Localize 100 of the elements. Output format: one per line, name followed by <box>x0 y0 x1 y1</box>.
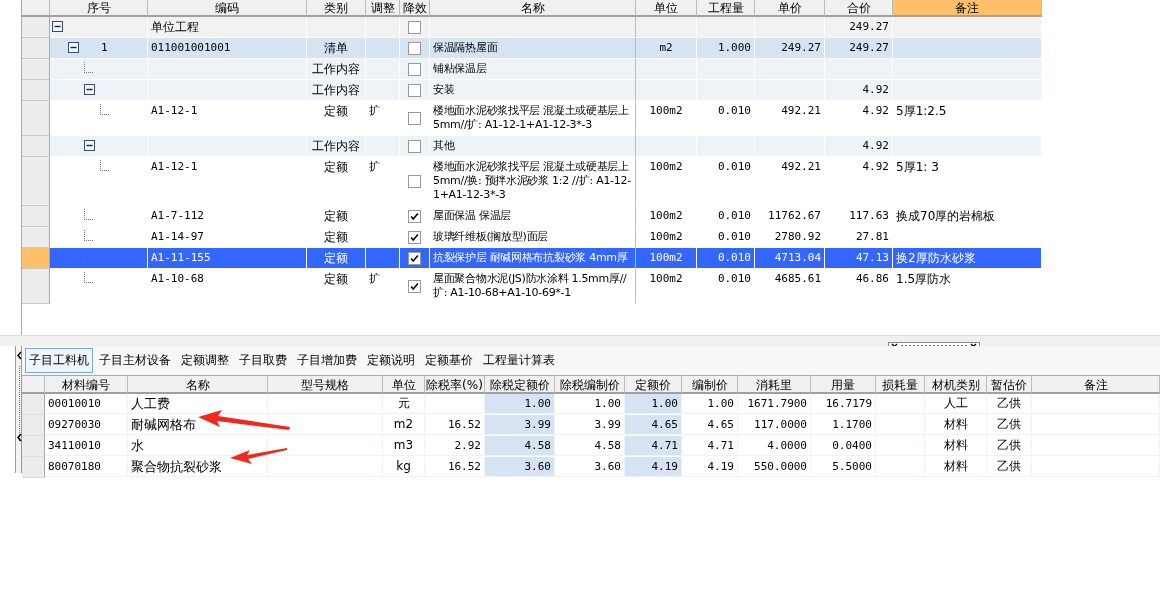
table-cell: 1.00 <box>625 394 682 414</box>
table-cell: m3 <box>383 436 425 456</box>
table-row[interactable]: 工作内容 铺粘保温层 <box>50 59 1042 80</box>
column-header[interactable]: 单价 <box>755 0 825 17</box>
row-header[interactable] <box>22 157 50 206</box>
tab[interactable]: 定额调整 <box>177 348 233 373</box>
collapse-toggle[interactable] <box>68 42 79 53</box>
row-header[interactable] <box>22 457 45 478</box>
column-header[interactable]: 调整 <box>366 0 400 17</box>
chevron-left-icon[interactable] <box>16 433 23 442</box>
table-cell: 1.00 <box>682 394 738 414</box>
column-header[interactable]: 备注 <box>1032 375 1160 394</box>
tab[interactable]: 定额说明 <box>363 348 419 373</box>
chevron-left-icon[interactable] <box>16 351 23 360</box>
column-header[interactable]: 型号规格 <box>268 375 383 394</box>
column-header[interactable]: 损耗量 <box>876 375 925 394</box>
checkbox[interactable] <box>408 62 421 76</box>
table-cell: kg <box>383 457 425 477</box>
column-header[interactable]: 材机类别 <box>925 375 987 394</box>
table-cell: 乙供 <box>987 394 1032 414</box>
checkbox[interactable] <box>408 139 421 153</box>
table-cell: 乙供 <box>987 457 1032 477</box>
checkbox[interactable] <box>408 209 421 223</box>
table-cell: 乙供 <box>987 415 1032 435</box>
table-row[interactable]: 工作内容 安装 4.92 <box>50 80 1042 101</box>
checkbox[interactable] <box>408 251 421 265</box>
row-header[interactable] <box>22 38 50 59</box>
table-cell: 元 <box>383 394 425 414</box>
column-header[interactable]: 备注 <box>893 0 1042 17</box>
table-cell: 4.0000 <box>738 436 811 456</box>
table-cell: 乙供 <box>987 436 1032 456</box>
table-row[interactable]: 单位工程 249.27 <box>50 17 1042 38</box>
column-header[interactable]: 合价 <box>825 0 893 17</box>
column-header[interactable]: 用量 <box>811 375 876 394</box>
column-header[interactable]: 单位 <box>636 0 697 17</box>
tree-line <box>100 104 109 115</box>
row-header[interactable] <box>22 394 45 415</box>
column-header[interactable]: 除税定额价 <box>485 375 555 394</box>
table-row[interactable]: 工作内容 其他 4.92 <box>50 136 1042 157</box>
column-header[interactable]: 编码 <box>148 0 307 17</box>
table-cell: m2 <box>383 415 425 435</box>
row-header[interactable] <box>22 227 50 248</box>
table-cell: 4.71 <box>625 436 682 456</box>
tab[interactable]: 子目工料机 <box>25 348 93 373</box>
column-header[interactable]: 材料编号 <box>45 375 128 394</box>
table-cell: 4.19 <box>625 457 682 477</box>
row-header[interactable] <box>22 80 50 101</box>
table-cell: 1.00 <box>485 394 555 414</box>
column-header[interactable]: 名称 <box>128 375 268 394</box>
tab[interactable]: 子目主材设备 <box>95 348 175 373</box>
tree-line <box>84 62 93 73</box>
table-cell: 4685.61 <box>755 269 825 304</box>
column-header[interactable]: 暂估价 <box>987 375 1032 394</box>
checkbox[interactable] <box>408 20 421 34</box>
column-header[interactable]: 降效 <box>400 0 430 17</box>
checkbox[interactable] <box>408 230 421 244</box>
checkbox[interactable] <box>408 174 421 188</box>
row-header[interactable] <box>22 248 50 269</box>
column-header[interactable]: 编制价 <box>682 375 738 394</box>
tab[interactable]: 工程量计算表 <box>479 348 559 373</box>
collapse-toggle[interactable] <box>84 140 95 151</box>
row-header[interactable] <box>22 269 50 304</box>
checkbox[interactable] <box>408 279 421 293</box>
column-header[interactable]: 单位 <box>383 375 425 394</box>
table-cell: 1.1700 <box>811 415 876 435</box>
table-cell: 550.0000 <box>738 457 811 477</box>
row-number: 1 <box>101 41 108 55</box>
column-header[interactable]: 定额价 <box>625 375 682 394</box>
tab[interactable]: 子目增加费 <box>293 348 361 373</box>
checkbox[interactable] <box>408 41 421 55</box>
table-cell: 材料 <box>925 415 987 435</box>
table-cell: 人工 <box>925 394 987 414</box>
column-header[interactable]: 消耗里 <box>738 375 811 394</box>
row-header[interactable] <box>22 101 50 136</box>
checkbox[interactable] <box>408 83 421 97</box>
tab[interactable]: 子目取费 <box>235 348 291 373</box>
row-header[interactable] <box>22 59 50 80</box>
column-header[interactable]: 名称 <box>430 0 636 17</box>
collapse-toggle[interactable] <box>52 21 63 32</box>
column-header[interactable]: 序号 <box>50 0 148 17</box>
table-row[interactable]: A1-11-155 定额 抗裂保护层 耐碱网格布抗裂砂浆 4mm厚 100m2 0.010 4713.04 47.13 换2厚防水砂浆 <box>50 248 1042 269</box>
column-header[interactable]: 工程量 <box>697 0 755 17</box>
table-cell: 材料 <box>925 457 987 477</box>
table-cell: 16.7179 <box>811 394 876 414</box>
column-header[interactable]: 除税编制价 <box>555 375 625 394</box>
row-header[interactable] <box>22 206 50 227</box>
table-row[interactable]: 1 011001001001 清单 保温隔热屋面 m2 1.000 249.27 249.27 <box>50 38 1042 59</box>
table-cell: 1671.7900 <box>738 394 811 414</box>
table-cell: 5.5000 <box>811 457 876 477</box>
tab[interactable]: 定额基价 <box>421 348 477 373</box>
table-cell: 屋面聚合物水泥(JS)防水涂料 1.5mm厚//扩: A1-10-68+A1-10-69*-1 <box>430 269 636 304</box>
table-cell: 00010010 <box>45 394 128 414</box>
table-cell: 34110010 <box>45 436 128 456</box>
column-header[interactable]: 除税率(%) <box>425 375 485 394</box>
table-cell: 4.65 <box>625 415 682 435</box>
collapse-toggle[interactable] <box>84 84 95 95</box>
column-header[interactable]: 类别 <box>307 0 366 17</box>
checkbox[interactable] <box>408 111 421 125</box>
row-header[interactable] <box>22 136 50 157</box>
header-corner <box>22 0 50 17</box>
